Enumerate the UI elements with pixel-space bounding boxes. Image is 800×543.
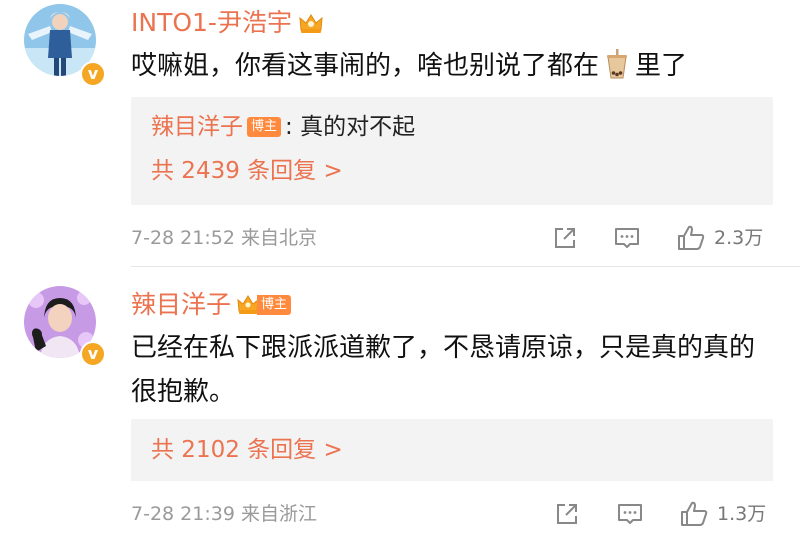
timestamp: 7-28 21:52 来自北京 [131,227,317,249]
comment-item: v INTO1-尹浩宇 哎嘛姐，你看这事闹的，啥也别说了都在 里了 辣目洋子 博… [0,0,800,268]
crown-icon [237,295,259,314]
thumbs-up-icon [681,501,708,526]
reply-preview-box[interactable]: 共 2102 条回复 > [131,419,773,481]
reply-text: : 真的对不起 [285,114,416,140]
like-count: 2.3万 [714,227,764,249]
vip-tag: 博主 [237,294,292,316]
reply-author[interactable]: 辣目洋子 [151,111,243,143]
thumbs-up-icon [678,225,705,250]
comment-button[interactable] [613,222,641,254]
verified-badge: v [80,341,106,367]
timestamp: 7-28 21:39 来自浙江 [131,503,317,525]
username-row: INTO1-尹浩宇 [131,6,324,40]
username[interactable]: 辣目洋子 [131,288,231,322]
verified-badge: v [80,61,106,87]
comment-button[interactable] [616,498,644,530]
author-tag: 博主 [257,295,292,315]
comment-text-part: 里了 [635,51,688,81]
comment-text: 已经在私下跟派派道歉了，不恳请原谅，只是真的真的很抱歉。 [131,333,756,407]
username-row: 辣目洋子 博主 [131,288,292,322]
like-button[interactable]: 2.3万 [676,222,763,254]
comment-meta: 7-28 21:52 来自北京 2.3万 [131,222,800,254]
more-replies-link[interactable]: 共 2102 条回复 > [151,434,343,466]
comment-meta: 7-28 21:39 来自浙江 1.3万 [131,498,800,530]
share-icon [557,504,577,524]
share-button[interactable] [551,222,579,254]
comment-icon [615,228,639,248]
like-count: 1.3万 [717,503,767,525]
comment-text-part: 哎嘛姐，你看这事闹的，啥也别说了都在 [131,51,600,81]
comment-icon [618,504,642,524]
share-button[interactable] [553,498,581,530]
share-icon [555,228,575,248]
crown-icon [298,12,324,34]
reply-preview: 辣目洋子 博主 : 真的对不起 [151,111,415,143]
comment-text: 哎嘛姐，你看这事闹的，啥也别说了都在 里了 [131,44,771,93]
divider [131,266,800,267]
comment-item: v 辣目洋子 博主 已经在私下跟派派道歉了，不恳请原谅，只是真的真的很抱歉。 共… [0,268,800,543]
reply-preview-box[interactable]: 辣目洋子 博主 : 真的对不起 共 2439 条回复 > [131,97,773,205]
author-tag: 博主 [247,117,282,137]
bubble-tea-icon [605,49,629,93]
username[interactable]: INTO1-尹浩宇 [131,6,292,40]
more-replies-link[interactable]: 共 2439 条回复 > [151,155,343,187]
like-button[interactable]: 1.3万 [679,498,766,530]
